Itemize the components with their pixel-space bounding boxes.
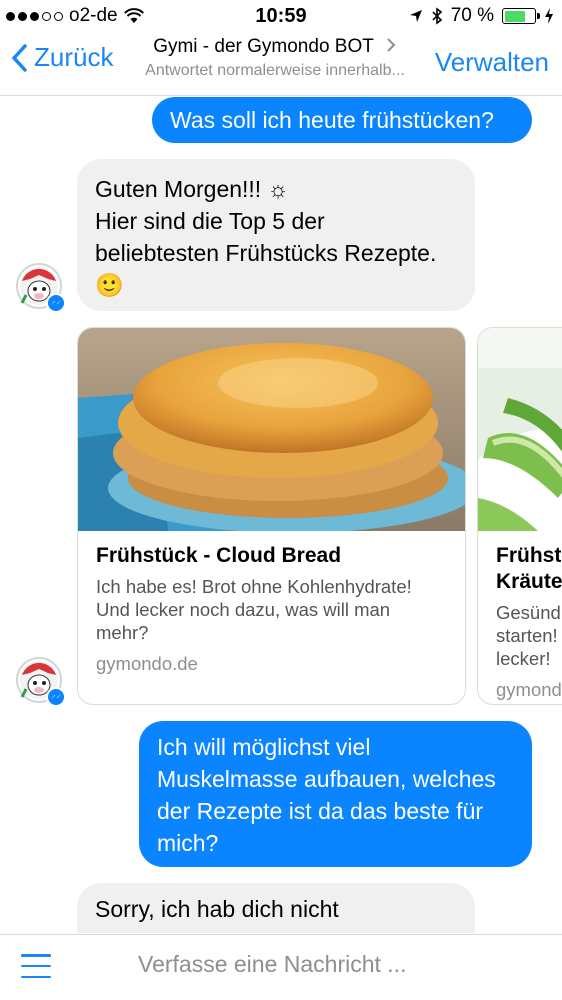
cucumber-image — [478, 328, 562, 531]
conversation-title: Gymi - der Gymondo BOT — [130, 36, 420, 58]
messenger-badge-icon — [46, 687, 66, 707]
battery-percent: 70 % — [450, 5, 494, 26]
battery-icon — [502, 8, 540, 24]
card-domain: gymondo.de — [96, 653, 198, 674]
card-title-line: Frühstü — [496, 544, 562, 567]
card-description-line: Gesünd — [496, 602, 561, 623]
outgoing-message[interactable]: Ich will möglichst viel Muskelmasse aufb… — [139, 721, 532, 867]
chat-thread[interactable]: Was soll ich heute frühstücken? Guten Mo… — [0, 97, 562, 933]
recipe-card[interactable]: Frühstü Kräute Gesünd starten! lecker! g… — [477, 327, 562, 705]
card-title: Frühstück - Cloud Bread — [96, 544, 342, 567]
conversation-subtitle: Antwortet normalerweise innerhalb... — [145, 62, 405, 79]
menu-icon[interactable] — [21, 954, 51, 978]
back-chevron-icon — [12, 43, 27, 72]
card-description: Gesünd starten! lecker! — [496, 601, 562, 670]
status-right: 70 % — [409, 5, 554, 27]
back-button[interactable]: Zurück — [10, 42, 113, 73]
status-bar: o2-de 10:59 70 % — [0, 0, 562, 32]
card-title-line: Kräute — [496, 570, 562, 593]
card-description-line: Ich habe es! Brot ohne Kohlenhydrate! — [96, 576, 412, 597]
messenger-badge-icon — [46, 293, 66, 313]
message-input[interactable] — [138, 951, 518, 978]
card-body: Frühstü Kräute Gesünd starten! lecker! g… — [478, 531, 562, 704]
manage-button[interactable]: Verwalten — [435, 47, 549, 78]
recipe-card[interactable]: Frühstück - Cloud Bread Ich habe es! Bro… — [77, 327, 466, 705]
card-domain: gymond — [496, 679, 562, 700]
location-arrow-icon — [409, 10, 422, 22]
card-description-line: mehr? — [96, 622, 149, 643]
smiley-emoji: 🙂 — [95, 272, 124, 298]
battery-level — [504, 10, 525, 22]
message-text: Muskelmasse aufbauen, welches — [157, 766, 496, 792]
back-label: Zurück — [34, 42, 114, 72]
outgoing-message[interactable]: Was soll ich heute frühstücken? — [152, 97, 532, 143]
composer-bar — [0, 934, 562, 1000]
conversation-header[interactable]: Gymi - der Gymondo BOT Antwortet normale… — [130, 36, 420, 80]
nav-bar: Zurück Gymi - der Gymondo BOT Antwortet … — [0, 32, 562, 96]
message-text: der Rezepte ist da das beste für — [157, 798, 484, 824]
cloud-bread-image — [78, 328, 465, 531]
card-title: Frühstü Kräute — [496, 543, 562, 595]
card-description-line: lecker! — [496, 648, 551, 669]
incoming-message[interactable]: Sorry, ich hab dich nicht — [77, 883, 475, 933]
bot-avatar[interactable] — [16, 657, 66, 707]
charging-icon — [545, 8, 553, 24]
card-description-line: starten! — [496, 625, 558, 646]
message-text: mich? — [157, 830, 219, 856]
message-text: Guten Morgen!!! ☼ — [95, 176, 289, 202]
message-text: Hier sind die Top 5 der — [95, 208, 325, 234]
conversation-title-text: Gymi - der Gymondo BOT — [153, 36, 374, 57]
card-body: Frühstück - Cloud Bread Ich habe es! Bro… — [78, 531, 465, 687]
message-text: Sorry, ich hab dich nicht — [95, 896, 339, 922]
card-description-line: Und lecker noch dazu, was will man — [96, 599, 391, 620]
message-text: Ich will möglichst viel — [157, 734, 371, 760]
incoming-message[interactable]: Guten Morgen!!! ☼ Hier sind die Top 5 de… — [77, 159, 475, 311]
message-text: Was soll ich heute frühstücken? — [170, 107, 494, 133]
bluetooth-icon — [432, 7, 442, 25]
card-description: Ich habe es! Brot ohne Kohlenhydrate! Un… — [96, 575, 447, 644]
bot-avatar[interactable] — [16, 263, 66, 313]
chevron-right-icon — [387, 38, 396, 52]
message-text: beliebtesten Frühstücks Rezepte. — [95, 240, 437, 266]
